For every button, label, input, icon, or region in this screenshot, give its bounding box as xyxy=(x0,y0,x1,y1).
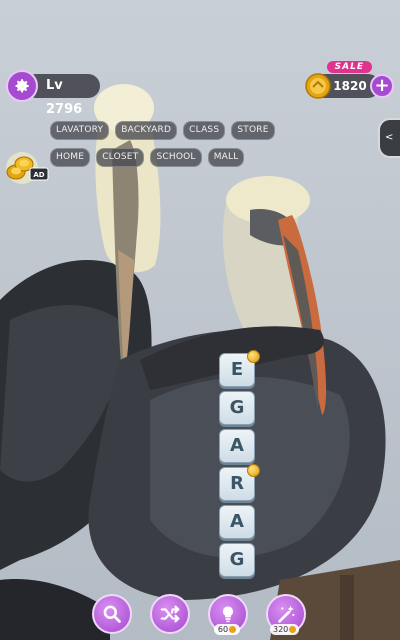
hint-cost: 60 xyxy=(214,624,240,635)
shuffle-button[interactable] xyxy=(150,594,190,634)
category-tag: BACKYARD xyxy=(115,121,178,140)
search-icon xyxy=(103,605,121,623)
letter-tile[interactable]: E xyxy=(219,350,260,387)
search-button[interactable] xyxy=(92,594,132,634)
letter-column: E G A R A G xyxy=(219,350,260,581)
category-tag: MALL xyxy=(207,148,245,167)
letter-char: G xyxy=(229,397,245,418)
category-tag: HOME xyxy=(50,148,91,167)
letter-char: A xyxy=(230,511,244,532)
gear-icon xyxy=(15,79,29,93)
video-ad-icon: AD xyxy=(6,152,49,184)
category-list: LAVATORY BACKYARD CLASS STORE HOME CLOSE… xyxy=(50,117,310,171)
magic-wand-icon xyxy=(278,605,295,623)
category-tag: CLOSET xyxy=(96,148,145,167)
letter-char: E xyxy=(230,359,244,380)
level-panel: Lv 2796 xyxy=(6,70,100,117)
coin-icon xyxy=(305,73,331,99)
letter-tile[interactable]: A xyxy=(219,429,255,463)
letter-tile[interactable]: R xyxy=(219,464,260,501)
coin-icon xyxy=(289,626,297,633)
tool-bar: 60 320 xyxy=(0,594,400,640)
category-tag: SCHOOL xyxy=(150,148,202,167)
hint-coin-icon xyxy=(247,464,260,477)
category-tag: LAVATORY xyxy=(50,121,110,140)
coin-counter[interactable]: SALE 1820 + xyxy=(304,61,394,100)
letter-char: A xyxy=(230,435,244,456)
letter-char: R xyxy=(230,473,244,494)
hint-coin-icon xyxy=(247,350,260,363)
chevron-left-icon: < xyxy=(385,132,394,143)
coin-icon xyxy=(229,626,237,633)
ad-badge-text: AD xyxy=(33,171,44,179)
side-drawer-tab[interactable]: < xyxy=(378,118,400,158)
shuffle-icon xyxy=(160,605,180,623)
letter-tile[interactable]: A xyxy=(219,505,255,539)
settings-button[interactable] xyxy=(6,70,38,102)
ad-reward-button[interactable]: AD xyxy=(4,150,50,186)
magic-cost: 320 xyxy=(270,624,300,635)
lightbulb-icon xyxy=(222,606,234,623)
add-coins-button[interactable]: + xyxy=(370,74,394,98)
letter-tile[interactable]: G xyxy=(219,543,255,577)
category-tag: STORE xyxy=(231,121,275,140)
sale-badge[interactable]: SALE xyxy=(326,61,372,73)
category-tag: CLASS xyxy=(183,121,226,140)
letter-char: G xyxy=(229,549,245,570)
letter-tile[interactable]: G xyxy=(219,391,255,425)
